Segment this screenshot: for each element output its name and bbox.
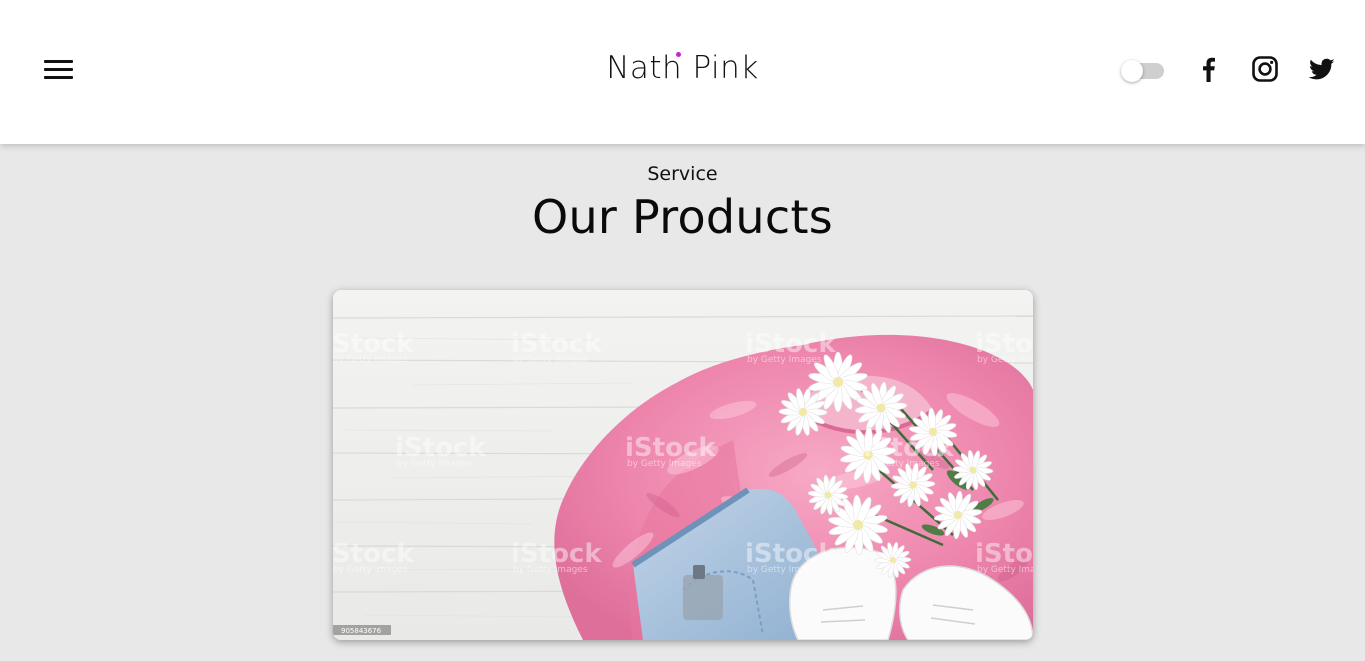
svg-text:by Getty Images: by Getty Images xyxy=(747,565,822,575)
svg-text:by Getty Images: by Getty Images xyxy=(397,459,472,469)
theme-toggle[interactable] xyxy=(1121,60,1165,82)
twitter-icon[interactable] xyxy=(1307,55,1335,83)
instagram-icon[interactable] xyxy=(1251,55,1279,83)
svg-text:by Getty Images: by Getty Images xyxy=(513,565,588,575)
facebook-icon[interactable] xyxy=(1195,55,1223,83)
svg-text:by Getty Images: by Getty Images xyxy=(333,355,408,365)
svg-text:by Getty Images: by Getty Images xyxy=(513,355,588,365)
section-kicker: Service xyxy=(647,163,718,185)
svg-text:by Getty Images: by Getty Images xyxy=(865,459,940,469)
logo-text: Nath Pink xyxy=(606,50,759,86)
svg-text:by Getty Images: by Getty Images xyxy=(977,355,1033,365)
svg-text:by Getty Images: by Getty Images xyxy=(977,565,1033,575)
section-title: Our Products xyxy=(531,190,834,244)
site-header: Nath Pink xyxy=(0,0,1365,144)
svg-text:905843676: 905843676 xyxy=(341,627,382,635)
svg-text:by Getty Images: by Getty Images xyxy=(627,459,702,469)
svg-text:by Getty Images: by Getty Images xyxy=(333,565,408,575)
svg-text:by Getty Images: by Getty Images xyxy=(747,355,822,365)
toggle-knob xyxy=(1121,60,1143,82)
product-card-image[interactable]: iStock iStock iStock iStock iStock iStoc… xyxy=(333,290,1033,640)
product-photo: iStock iStock iStock iStock iStock iStoc… xyxy=(333,290,1033,640)
